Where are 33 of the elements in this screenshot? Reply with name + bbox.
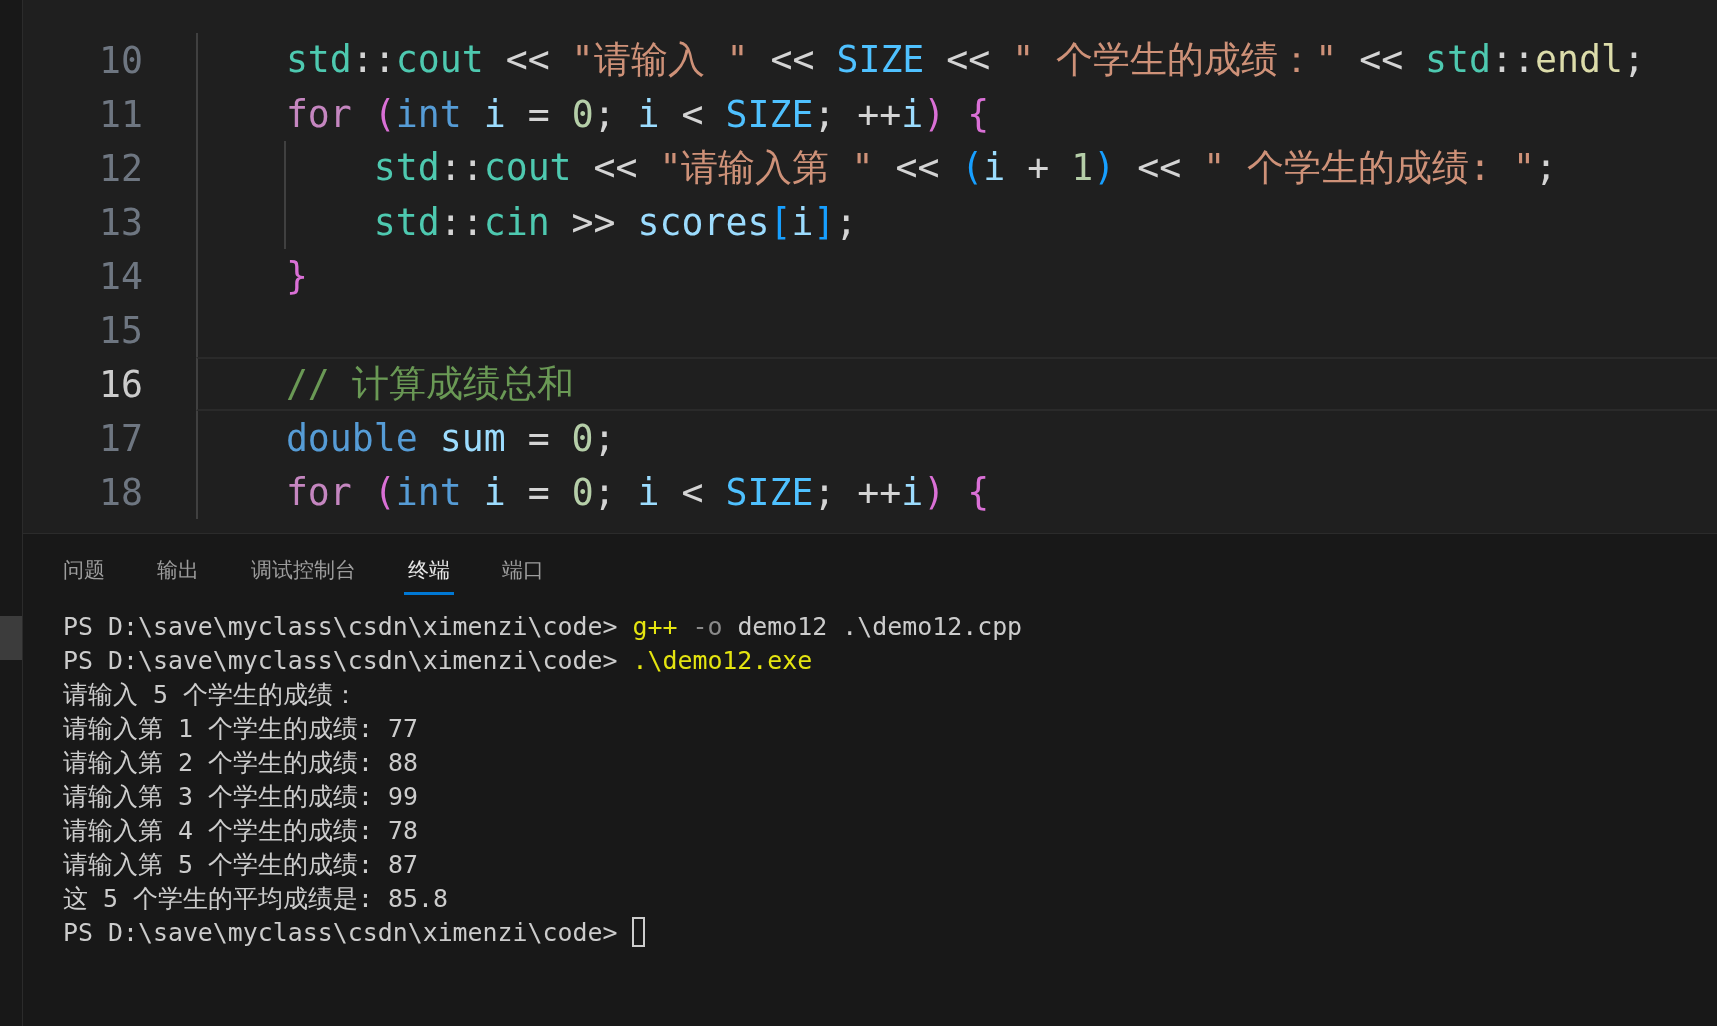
code-line: std::cout << "请输入第 " << (i + 1) << " 个学生的成绩: "; <box>372 144 1557 191</box>
line-number: 10 <box>98 38 144 82</box>
panel-tab[interactable]: 输出 <box>153 552 203 595</box>
code-line: } <box>284 254 308 298</box>
line-number: 12 <box>98 146 144 190</box>
terminal-line: PS D:\save\myclass\csdn\ximenzi\code> .\demo12.exe <box>63 645 813 675</box>
terminal-line: PS D:\save\myclass\csdn\ximenzi\code> <box>63 917 619 947</box>
line-number: 13 <box>98 200 144 244</box>
panel-tab[interactable]: 问题 <box>59 552 109 595</box>
code-line: std::cin >> scores[i]; <box>372 200 858 244</box>
line-number: 14 <box>98 254 144 298</box>
terminal-line: 请输入第 2 个学生的成绩: 88 <box>63 746 418 779</box>
sidebar-marker <box>0 616 22 660</box>
terminal-line: 这 5 个学生的平均成绩是: 85.8 <box>63 882 448 915</box>
panel-tab[interactable]: 端口 <box>498 552 548 595</box>
panel-tab[interactable]: 调试控制台 <box>247 552 360 595</box>
terminal-line: 请输入第 3 个学生的成绩: 99 <box>63 780 418 813</box>
code-line: std::cout << "请输入 " << SIZE << " 个学生的成绩：" << std::endl; <box>284 36 1645 83</box>
terminal-line: 请输入第 1 个学生的成绩: 77 <box>63 712 418 745</box>
line-number: 18 <box>98 470 144 514</box>
code-line: for (int i = 0; i < SIZE; ++i) { <box>284 92 990 136</box>
code-line: for (int i = 0; i < SIZE; ++i) { <box>284 470 990 514</box>
line-number: 17 <box>98 416 144 460</box>
terminal-line: 请输入第 5 个学生的成绩: 87 <box>63 848 418 881</box>
panel-tab[interactable]: 终端 <box>404 552 454 595</box>
terminal-line: 请输入第 4 个学生的成绩: 78 <box>63 814 418 847</box>
code-line: // 计算成绩总和 <box>284 360 574 407</box>
line-number: 16 <box>98 362 144 406</box>
terminal-line: PS D:\save\myclass\csdn\ximenzi\code> g++ -o demo12 .\demo12.cpp <box>63 611 1023 641</box>
terminal-line: 请输入 5 个学生的成绩： <box>63 678 358 711</box>
line-number: 11 <box>98 92 144 136</box>
code-line: double sum = 0; <box>284 416 616 460</box>
line-number: 15 <box>98 308 144 352</box>
